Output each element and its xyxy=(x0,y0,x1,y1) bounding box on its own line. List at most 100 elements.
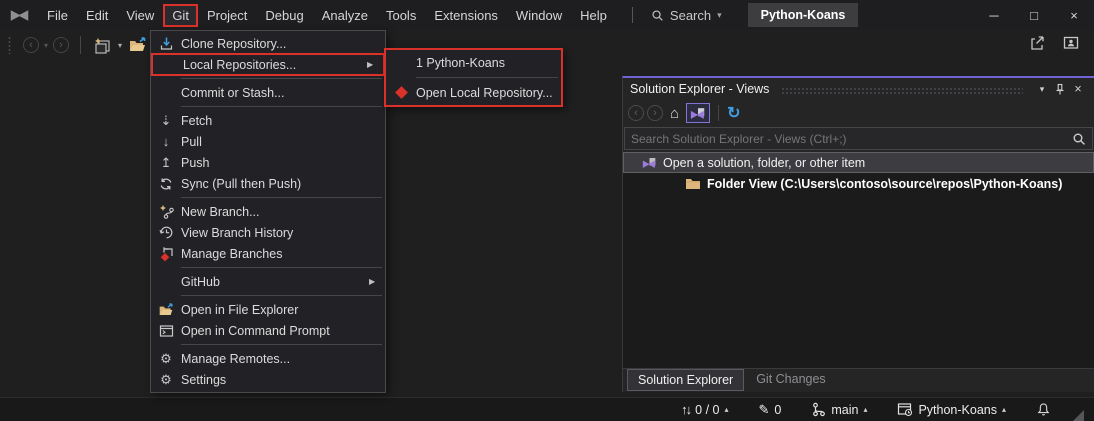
menu-separator xyxy=(386,74,561,81)
navigate-forward-button[interactable]: › xyxy=(53,37,69,53)
new-project-caret-icon[interactable]: ▾ xyxy=(118,41,122,50)
menu-item-view-branch-history[interactable]: View Branch History xyxy=(151,222,385,243)
sync-icon xyxy=(151,177,181,191)
pull-icon: ↓ xyxy=(151,135,181,148)
search-icon xyxy=(651,9,664,22)
sync-count: 0 / 0 xyxy=(695,403,719,417)
menu-separator xyxy=(151,75,385,82)
window-controls: ─ □ × xyxy=(974,0,1094,30)
menu-help[interactable]: Help xyxy=(571,4,616,27)
panel-title: Solution Explorer - Views xyxy=(630,82,769,96)
home-icon[interactable]: ⌂ xyxy=(670,105,679,122)
submenu-item-open-local-repository[interactable]: Open Local Repository... xyxy=(386,81,561,104)
panel-close-icon[interactable]: × xyxy=(1069,82,1087,96)
search-caret-icon[interactable]: ▾ xyxy=(717,10,722,21)
menu-item-github[interactable]: GitHub ▶ xyxy=(151,271,385,292)
menu-separator xyxy=(151,264,385,271)
notifications-bell-icon[interactable] xyxy=(1036,402,1051,417)
menu-file[interactable]: File xyxy=(38,4,77,27)
tab-solution-explorer[interactable]: Solution Explorer xyxy=(627,369,744,391)
tree-empty-area[interactable] xyxy=(623,194,1094,368)
menu-item-clone-repository[interactable]: Clone Repository... xyxy=(151,33,385,54)
search-control[interactable]: Search ▾ xyxy=(645,8,728,23)
menu-window[interactable]: Window xyxy=(507,4,571,27)
menu-item-fetch[interactable]: ⇣ Fetch xyxy=(151,110,385,131)
tree-row-folder-view[interactable]: Folder View (C:\Users\contoso\source\rep… xyxy=(623,173,1094,194)
sync-commits-status[interactable]: ↑↓ 0 / 0 ▴ xyxy=(681,402,728,417)
panel-forward-button[interactable]: › xyxy=(647,105,663,121)
menu-separator xyxy=(151,341,385,348)
menu-analyze[interactable]: Analyze xyxy=(313,4,377,27)
push-icon: ↥ xyxy=(151,156,181,169)
window-resize-grip[interactable] xyxy=(1073,410,1084,421)
menu-item-open-in-command-prompt[interactable]: Open in Command Prompt xyxy=(151,320,385,341)
panel-toolbar: ‹ › ⌂ ↻ xyxy=(623,100,1094,126)
share-icon[interactable] xyxy=(1028,34,1046,52)
toolbar-separator xyxy=(718,105,719,121)
current-branch-status[interactable]: main ▴ xyxy=(811,402,867,417)
navigate-back-caret-icon[interactable]: ▾ xyxy=(44,41,48,50)
menu-item-open-in-file-explorer[interactable]: Open in File Explorer xyxy=(151,299,385,320)
menu-tools[interactable]: Tools xyxy=(377,4,425,27)
tab-git-changes[interactable]: Git Changes xyxy=(746,369,835,389)
minimize-button[interactable]: ─ xyxy=(974,0,1014,30)
titlebar-separator xyxy=(632,7,633,23)
menu-view[interactable]: View xyxy=(117,4,163,27)
menu-item-settings[interactable]: ⚙ Settings xyxy=(151,369,385,390)
up-down-arrows-icon: ↑↓ xyxy=(681,402,690,417)
menu-item-manage-remotes[interactable]: ⚙ Manage Remotes... xyxy=(151,348,385,369)
solution-search-box[interactable] xyxy=(624,127,1093,150)
git-menu-dropdown: Clone Repository... Local Repositories..… xyxy=(150,30,386,393)
menu-separator xyxy=(151,292,385,299)
menu-debug[interactable]: Debug xyxy=(256,4,312,27)
menu-bar: File Edit View Git Project Debug Analyze… xyxy=(38,0,616,30)
menu-item-commit-or-stash[interactable]: Commit or Stash... xyxy=(151,82,385,103)
folder-icon xyxy=(685,177,701,190)
caret-up-icon: ▴ xyxy=(724,405,728,414)
menu-separator xyxy=(151,103,385,110)
caret-up-icon: ▴ xyxy=(1002,405,1006,414)
visual-studio-logo-icon xyxy=(0,8,38,23)
maximize-button[interactable]: □ xyxy=(1014,0,1054,30)
panel-options-caret-icon[interactable]: ▾ xyxy=(1033,84,1051,95)
switch-views-button[interactable] xyxy=(686,103,710,123)
close-button[interactable]: × xyxy=(1054,0,1094,30)
toolbar-drag-grip[interactable] xyxy=(7,36,12,54)
pending-changes-status[interactable]: ✎ 0 xyxy=(758,402,781,418)
open-folder-button[interactable] xyxy=(128,37,147,53)
fetch-icon: ⇣ xyxy=(151,114,181,127)
new-project-button[interactable] xyxy=(93,37,112,54)
menu-item-sync[interactable]: Sync (Pull then Push) xyxy=(151,173,385,194)
gear-icon: ⚙ xyxy=(151,373,181,386)
navigate-back-button[interactable]: ‹ xyxy=(23,37,39,53)
title-bar: File Edit View Git Project Debug Analyze… xyxy=(0,0,1094,30)
menu-item-new-branch[interactable]: New Branch... xyxy=(151,201,385,222)
menu-item-push[interactable]: ↥ Push xyxy=(151,152,385,173)
menu-git[interactable]: Git xyxy=(163,4,198,27)
tree-row-open-solution[interactable]: Open a solution, folder, or other item xyxy=(623,152,1094,173)
branch-icon xyxy=(811,402,826,417)
new-branch-icon xyxy=(151,204,181,219)
refresh-icon[interactable]: ↻ xyxy=(727,103,740,123)
search-icon[interactable] xyxy=(1072,132,1086,146)
submenu-item-python-koans[interactable]: 1 Python-Koans xyxy=(386,51,561,74)
menu-edit[interactable]: Edit xyxy=(77,4,117,27)
clone-repository-icon xyxy=(151,36,181,51)
repository-icon xyxy=(897,402,913,417)
menu-item-manage-branches[interactable]: Manage Branches xyxy=(151,243,385,264)
solution-search-input[interactable] xyxy=(631,132,1072,146)
branch-history-icon xyxy=(151,225,181,240)
panel-drag-grip[interactable] xyxy=(781,87,1023,95)
toolbar-separator xyxy=(80,36,81,54)
menu-item-pull[interactable]: ↓ Pull xyxy=(151,131,385,152)
submenu-arrow-icon: ▶ xyxy=(369,277,385,286)
panel-back-button[interactable]: ‹ xyxy=(628,105,644,121)
local-repositories-submenu: 1 Python-Koans Open Local Repository... xyxy=(384,48,563,107)
menu-project[interactable]: Project xyxy=(198,4,256,27)
pin-icon[interactable] xyxy=(1051,83,1069,96)
current-repository-status[interactable]: Python-Koans ▴ xyxy=(897,402,1006,417)
menu-extensions[interactable]: Extensions xyxy=(425,4,507,27)
feedback-icon[interactable] xyxy=(1062,34,1080,52)
menu-item-local-repositories[interactable]: Local Repositories... ▶ xyxy=(151,53,385,76)
panel-title-bar[interactable]: Solution Explorer - Views ▾ × xyxy=(623,78,1094,100)
